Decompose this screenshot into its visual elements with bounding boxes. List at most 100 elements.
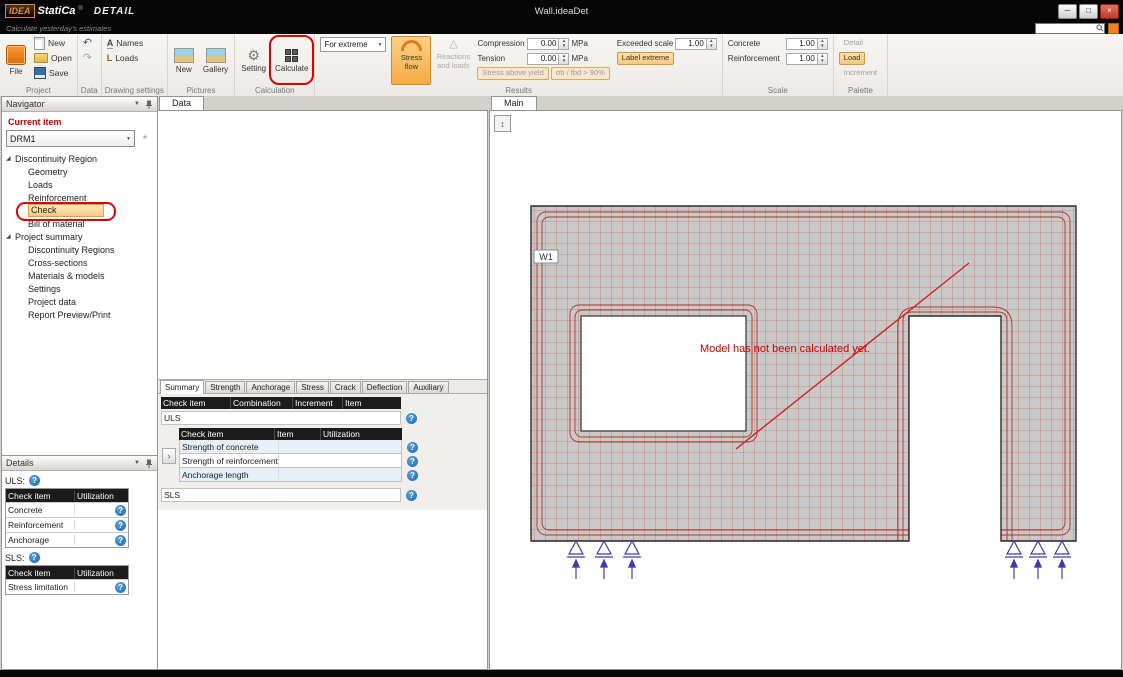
spinner-down-icon[interactable]: ▼ <box>820 59 824 64</box>
help-button[interactable] <box>1108 23 1119 34</box>
tree-item-loads[interactable]: Loads <box>6 178 153 191</box>
reactions-label: Reactions and loads <box>435 52 471 70</box>
reactions-and-loads-button[interactable]: △ Reactions and loads <box>434 36 472 85</box>
help-icon[interactable]: ? <box>406 490 417 501</box>
help-icon[interactable]: ? <box>29 552 40 563</box>
open-button[interactable]: Open <box>32 51 74 65</box>
panel-menu-icon[interactable]: ▼ <box>134 460 140 466</box>
pin-icon[interactable] <box>145 459 153 468</box>
save-label: Save <box>49 68 68 78</box>
navigator-tool-button[interactable]: * <box>137 131 153 146</box>
tab-strength[interactable]: Strength <box>205 381 245 393</box>
panel-menu-icon[interactable]: ▼ <box>134 101 140 107</box>
palette-load-button[interactable]: Load <box>839 52 866 65</box>
help-icon[interactable]: ? <box>115 582 126 593</box>
tree-item-cross-sections[interactable]: Cross-sections <box>6 256 153 269</box>
compression-spinner[interactable]: 0.00 ▲▼ <box>527 38 569 50</box>
tree-item-check[interactable]: Check <box>6 204 153 217</box>
search-field[interactable] <box>1035 23 1105 34</box>
label-extreme-button[interactable]: Label extreme <box>617 52 675 65</box>
gallery-button[interactable]: Gallery <box>200 36 231 85</box>
row-expander[interactable]: › <box>162 448 176 464</box>
tension-spinner[interactable]: 0.00 ▲▼ <box>527 53 569 65</box>
close-button[interactable]: × <box>1100 4 1119 19</box>
drawing-canvas[interactable]: ↕ <box>489 110 1122 670</box>
current-item-dropdown[interactable]: DRM1 ▼ <box>6 130 135 147</box>
tension-label: Tension <box>477 54 525 63</box>
uls-row[interactable]: ULS <box>161 411 401 425</box>
scale-reinforcement-spinner[interactable]: 1.00 ▲▼ <box>786 53 828 65</box>
help-icon[interactable]: ? <box>29 475 40 486</box>
tree-item-project-data[interactable]: Project data <box>6 295 153 308</box>
table-row[interactable]: Strength of concrete <box>179 440 402 454</box>
picture-new-button[interactable]: New <box>171 36 197 85</box>
table-row[interactable]: Reinforcement? <box>6 517 128 532</box>
minimize-button[interactable]: ─ <box>1058 4 1077 19</box>
tab-anchorage[interactable]: Anchorage <box>246 381 295 393</box>
palette-increment-button[interactable]: Increment <box>839 67 882 80</box>
undo-button[interactable]: ↶ <box>81 36 94 50</box>
table-row[interactable]: Anchorage length <box>179 468 402 482</box>
tab-main[interactable]: Main <box>491 96 537 110</box>
help-icon[interactable]: ? <box>407 456 418 467</box>
spinner-down-icon[interactable]: ▼ <box>820 44 824 49</box>
help-icon[interactable]: ? <box>406 413 417 424</box>
column-header: Increment <box>293 397 343 409</box>
help-icon[interactable]: ? <box>407 442 418 453</box>
tree-section-discontinuity-region[interactable]: ◢Discontinuity Region <box>6 152 153 165</box>
tree-expand-icon[interactable]: ◢ <box>6 155 15 162</box>
column-header: Utilization <box>75 568 128 578</box>
table-row[interactable]: Anchorage? <box>6 532 128 547</box>
sigma-fbd-button[interactable]: σb / fbd > 90% <box>551 67 610 80</box>
stress-flow-button[interactable]: Stress flow <box>391 36 431 85</box>
tab-crack[interactable]: Crack <box>330 381 361 393</box>
for-extreme-dropdown[interactable]: For extreme ▼ <box>320 37 386 52</box>
help-icon[interactable]: ? <box>115 535 126 546</box>
details-title: Details <box>6 458 34 468</box>
search-input[interactable] <box>1036 25 1096 32</box>
tree-expand-icon[interactable]: ◢ <box>6 233 15 240</box>
tree-section-project-summary[interactable]: ◢Project summary <box>6 230 153 243</box>
table-row[interactable]: Concrete? <box>6 502 128 517</box>
table-row[interactable]: Stress limitation? <box>6 579 128 594</box>
palette-detail-button[interactable]: Detail <box>839 37 868 50</box>
not-calculated-message: Model has not been calculated yet. <box>700 343 870 355</box>
scale-reinforcement-label: Reinforcement <box>728 54 784 63</box>
maximize-button[interactable]: □ <box>1079 4 1098 19</box>
scale-concrete-spinner[interactable]: 1.00 ▲▼ <box>786 38 828 50</box>
tree-item-reinforcement[interactable]: Reinforcement <box>6 191 153 204</box>
help-icon[interactable]: ? <box>115 505 126 516</box>
fit-view-button[interactable]: ↕ <box>494 115 511 132</box>
spinner-down-icon[interactable]: ▼ <box>562 44 566 49</box>
save-button[interactable]: Save <box>32 66 74 80</box>
stress-above-yield-button[interactable]: Stress above yield <box>477 67 548 80</box>
spinner-down-icon[interactable]: ▼ <box>562 59 566 64</box>
spinner-down-icon[interactable]: ▼ <box>709 44 713 49</box>
table-row[interactable]: Strength of reinforcement <box>179 454 402 468</box>
help-icon[interactable]: ? <box>115 520 126 531</box>
tab-auxiliary[interactable]: Auxiliary <box>408 381 448 393</box>
tree-item-report-preview-print[interactable]: Report Preview/Print <box>6 308 153 321</box>
new-project-button[interactable]: New <box>32 36 74 50</box>
names-button[interactable]: ANames <box>105 36 145 50</box>
pin-icon[interactable] <box>145 100 153 109</box>
tab-summary[interactable]: Summary <box>160 380 204 394</box>
tab-stress[interactable]: Stress <box>296 381 329 393</box>
tree-item-geometry[interactable]: Geometry <box>6 165 153 178</box>
tree-item-bill-of-material[interactable]: Bill of material <box>6 217 153 230</box>
wall-opening <box>581 316 746 431</box>
ribbon: File New Open Save Project ↶ ↷ Data <box>0 34 1123 97</box>
sls-row[interactable]: SLS <box>161 488 401 502</box>
loads-button[interactable]: LLoads <box>105 51 145 65</box>
redo-button[interactable]: ↷ <box>81 51 94 65</box>
tab-deflection[interactable]: Deflection <box>362 381 408 393</box>
file-button[interactable]: File <box>3 36 29 85</box>
exceeded-scale-spinner[interactable]: 1.00 ▲▼ <box>675 38 717 50</box>
tab-data[interactable]: Data <box>159 96 204 110</box>
setting-button[interactable]: ⚙ Setting <box>238 36 269 85</box>
tree-item-settings[interactable]: Settings <box>6 282 153 295</box>
help-icon[interactable]: ? <box>407 470 418 481</box>
tree-item-materials-models[interactable]: Materials & models <box>6 269 153 282</box>
tree-item-discontinuity-regions[interactable]: Discontinuity Regions <box>6 243 153 256</box>
calculate-button[interactable]: Calculate <box>272 36 311 85</box>
